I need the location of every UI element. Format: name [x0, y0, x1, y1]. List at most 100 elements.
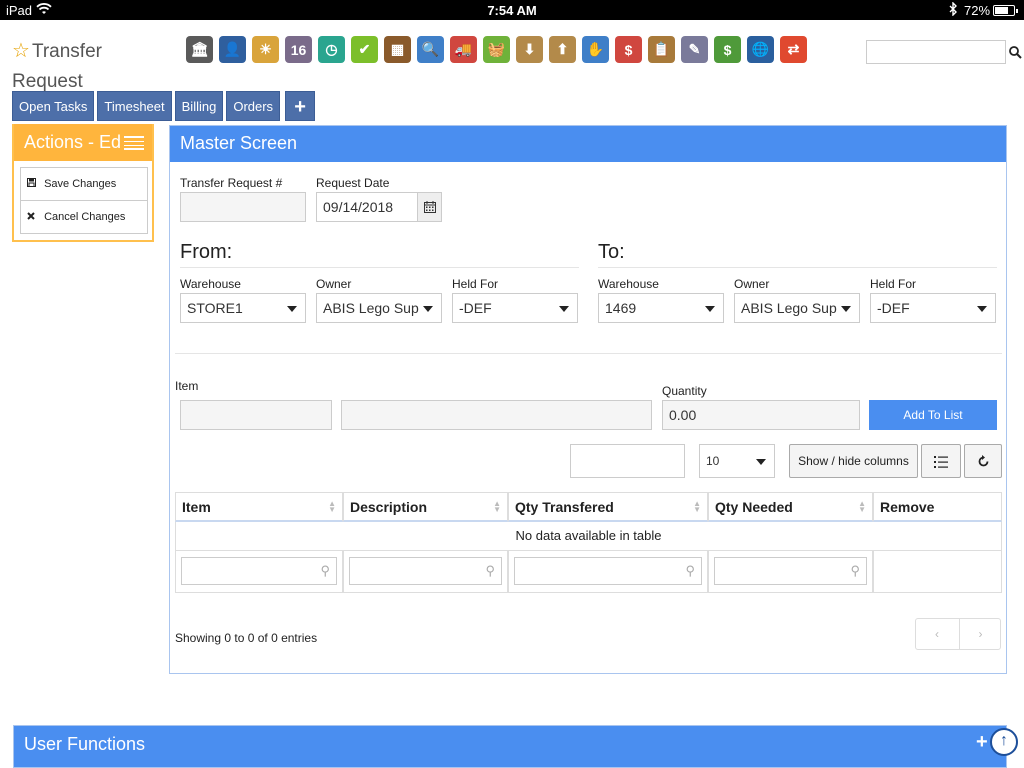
magnifier-icon[interactable]: 🔍: [414, 33, 447, 66]
floppy-disk-icon: [27, 169, 39, 201]
from-held-for-select[interactable]: -DEF: [452, 293, 578, 323]
clock-icon[interactable]: ◷: [315, 33, 348, 66]
to-held-for-select[interactable]: -DEF: [870, 293, 996, 323]
box-download-icon-glyph: ⬇: [516, 36, 543, 63]
item-filter-input[interactable]: ⚲: [181, 557, 337, 585]
to-warehouse-value: 1469: [605, 300, 637, 316]
table-search-input[interactable]: [570, 444, 685, 478]
add-nav-button[interactable]: +: [285, 91, 316, 121]
column-header-qty-transfered[interactable]: Qty Transfered ▲ ▼: [508, 492, 708, 522]
from-owner-label: Owner: [316, 277, 352, 291]
exchange-icon[interactable]: ⇄: [777, 33, 810, 66]
section-divider: [175, 353, 1002, 354]
next-page-button[interactable]: ›: [959, 619, 1001, 649]
checkmark-icon[interactable]: ✔: [348, 33, 381, 66]
column-label: Item: [182, 499, 211, 515]
from-owner-select[interactable]: ABIS Lego Sup: [316, 293, 442, 323]
magnifier-icon-glyph: 🔍: [417, 36, 444, 63]
sort-icon: ▲ ▼: [858, 499, 866, 514]
request-date-label: Request Date: [316, 176, 390, 190]
user-functions-panel[interactable]: User Functions +: [13, 725, 1007, 768]
search-input[interactable]: [866, 40, 1006, 64]
exchange-icon-glyph: ⇄: [780, 36, 807, 63]
column-header-qty-needed[interactable]: Qty Needed ▲ ▼: [708, 492, 873, 522]
to-heading: To:: [598, 241, 625, 263]
calendar-icon[interactable]: [418, 192, 442, 222]
reset-button[interactable]: [964, 444, 1002, 478]
truck-icon[interactable]: 🚚: [447, 33, 480, 66]
to-warehouse-select[interactable]: 1469: [598, 293, 724, 323]
page-length-select[interactable]: 10: [699, 444, 775, 478]
from-warehouse-value: STORE1: [187, 300, 243, 316]
transfer-request-label: Transfer Request #: [180, 176, 283, 190]
open-tasks-button[interactable]: Open Tasks: [12, 91, 95, 121]
column-header-item[interactable]: Item ▲ ▼: [175, 492, 343, 522]
add-to-list-button[interactable]: Add To List: [869, 400, 997, 430]
chevron-down-icon: [287, 306, 297, 312]
column-list-button[interactable]: [921, 444, 961, 478]
from-held-for-value: -DEF: [459, 300, 492, 316]
transfer-request-field[interactable]: [180, 192, 306, 222]
billing-button[interactable]: Billing: [174, 91, 224, 121]
from-held-for-label: Held For: [452, 277, 499, 291]
bank-icon[interactable]: 🏛: [183, 33, 216, 66]
cancel-changes-label: Cancel Changes: [44, 211, 126, 223]
item-code-field[interactable]: [180, 400, 332, 430]
clipboard-icon-glyph: 📋: [648, 36, 675, 63]
column-header-description[interactable]: Description ▲ ▼: [343, 492, 508, 522]
column-label: Qty Needed: [715, 499, 793, 515]
to-owner-select[interactable]: ABIS Lego Sup: [734, 293, 860, 323]
basket-icon[interactable]: 🧺: [480, 33, 513, 66]
cancel-changes-button[interactable]: Cancel Changes: [20, 200, 148, 234]
book-globe-icon[interactable]: 🌐: [744, 33, 777, 66]
document-pen-icon-glyph: ✎: [681, 36, 708, 63]
save-changes-button[interactable]: Save Changes: [20, 167, 148, 201]
calendar-icon[interactable]: 16: [282, 33, 315, 66]
to-held-for-value: -DEF: [877, 300, 910, 316]
document-pen-icon[interactable]: ✎: [678, 33, 711, 66]
box-upload-icon[interactable]: ⬆: [546, 33, 579, 66]
page-title-line2: Request: [12, 71, 83, 92]
item-label: Item: [175, 379, 199, 393]
page-title: ☆ Transfer Request: [12, 36, 132, 97]
clock-time: 7:54 AM: [487, 3, 537, 18]
item-description-field[interactable]: [341, 400, 652, 430]
orders-button[interactable]: Orders: [226, 91, 281, 121]
abacus-icon-glyph: ▦: [384, 36, 411, 63]
to-owner-label: Owner: [734, 277, 770, 291]
person-icon[interactable]: 👤: [216, 33, 249, 66]
weather-icon[interactable]: ☀: [249, 33, 282, 66]
status-bar: iPad 7:54 AM 72%: [0, 0, 1024, 20]
description-filter-input[interactable]: ⚲: [349, 557, 502, 585]
request-date-field[interactable]: 09/14/2018: [316, 192, 418, 222]
search-icon[interactable]: [1006, 40, 1024, 64]
expand-plus-icon[interactable]: +: [976, 731, 988, 754]
user-functions-title: User Functions: [24, 734, 146, 754]
actions-panel: Actions - Ed Save Changes Cancel Changes: [12, 124, 154, 242]
price-bubble-icon[interactable]: $: [612, 33, 645, 66]
chevron-down-icon: [756, 459, 766, 465]
qty-transfered-filter-input[interactable]: ⚲: [514, 557, 702, 585]
box-download-icon[interactable]: ⬇: [513, 33, 546, 66]
qty-needed-filter-input[interactable]: ⚲: [714, 557, 867, 585]
abacus-icon[interactable]: ▦: [381, 33, 414, 66]
clipboard-icon[interactable]: 📋: [645, 33, 678, 66]
column-label: Qty Transfered: [515, 499, 614, 515]
timesheet-button[interactable]: Timesheet: [97, 91, 172, 121]
previous-page-button[interactable]: ‹: [916, 619, 958, 649]
master-screen-header: Master Screen: [170, 126, 1006, 162]
to-warehouse-label: Warehouse: [598, 277, 659, 291]
hamburger-menu-icon[interactable]: [124, 136, 144, 150]
column-label: Remove: [880, 499, 935, 515]
hand-sign-icon-glyph: ✋: [582, 36, 609, 63]
scroll-to-top-button[interactable]: ↑: [990, 728, 1018, 756]
quantity-field[interactable]: 0.00: [662, 400, 860, 430]
favorite-star-icon[interactable]: ☆: [12, 40, 30, 62]
show-hide-columns-button[interactable]: Show / hide columns: [789, 444, 918, 478]
cash-icon[interactable]: $: [711, 33, 744, 66]
from-warehouse-select[interactable]: STORE1: [180, 293, 306, 323]
box-upload-icon-glyph: ⬆: [549, 36, 576, 63]
actions-header[interactable]: Actions - Ed: [14, 124, 152, 161]
hand-sign-icon[interactable]: ✋: [579, 33, 612, 66]
filter-cell: ⚲: [175, 551, 343, 593]
